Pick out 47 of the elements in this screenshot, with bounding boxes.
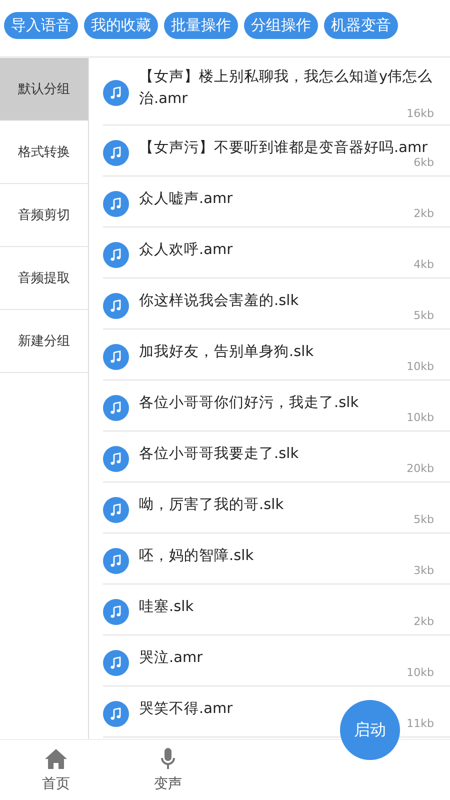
file-name: 哭泣.amr	[139, 648, 204, 668]
file-size: 2kb	[414, 206, 434, 220]
file-size: 11kb	[406, 716, 434, 730]
music-note-icon	[103, 446, 129, 472]
nav-label[interactable]: 首页	[42, 775, 70, 793]
music-note-icon	[103, 394, 129, 420]
file-size: 4kb	[414, 258, 434, 270]
file-size: 10kb	[406, 666, 434, 678]
file-name: 众人欢呼.amr	[139, 240, 234, 260]
file-name: 加我好友，告别单身狗.slk	[139, 342, 315, 362]
file-size: 6kb	[414, 156, 434, 168]
file-name: 众人嘘声.amr	[139, 190, 234, 208]
music-note-icon	[103, 292, 129, 318]
file-name: 【女声】楼上别私聊我，我怎么知道y伟怎么治.amr	[139, 68, 434, 108]
music-note-icon	[103, 650, 129, 676]
file-name: 各位小哥哥你们好污，我走了.slk	[139, 394, 360, 412]
home-icon[interactable]	[44, 747, 68, 771]
file-name: 【女声污】不要听到谁都是变音器好吗.amr	[139, 138, 429, 158]
file-size: 16kb	[406, 107, 434, 120]
file-size: 5kb	[414, 308, 434, 322]
music-note-icon	[103, 496, 129, 522]
file-size: 10kb	[406, 410, 434, 424]
file-name: 你这样说我会害羞的.slk	[139, 292, 300, 310]
file-name: 呸，妈的智障.slk	[139, 546, 255, 566]
file-size: 10kb	[406, 360, 434, 372]
file-name: 哇塞.slk	[139, 598, 195, 616]
group-tab[interactable]: 格式转换	[0, 121, 88, 184]
group-tab[interactable]: 默认分组	[0, 58, 88, 121]
file-size: 3kb	[414, 564, 434, 576]
file-name: 哭笑不得.amr	[139, 700, 234, 718]
music-note-icon	[103, 242, 129, 268]
group-tab[interactable]: 新建分组	[0, 310, 88, 373]
file-name: 呦，厉害了我的哥.slk	[139, 496, 285, 514]
music-note-icon	[103, 190, 129, 216]
music-note-icon	[103, 548, 129, 574]
music-note-icon	[103, 80, 129, 106]
music-note-icon	[103, 344, 129, 370]
music-note-icon	[103, 140, 129, 166]
file-size: 5kb	[414, 512, 434, 526]
nav-label[interactable]: 变声	[154, 775, 182, 793]
music-note-icon	[103, 700, 129, 726]
file-name: 各位小哥哥我要走了.slk	[139, 444, 300, 464]
music-note-icon	[103, 598, 129, 624]
file-size: 2kb	[414, 614, 434, 628]
group-tab[interactable]: 音频提取	[0, 247, 88, 310]
file-size: 20kb	[406, 462, 434, 474]
group-tab[interactable]: 音频剪切	[0, 184, 88, 247]
